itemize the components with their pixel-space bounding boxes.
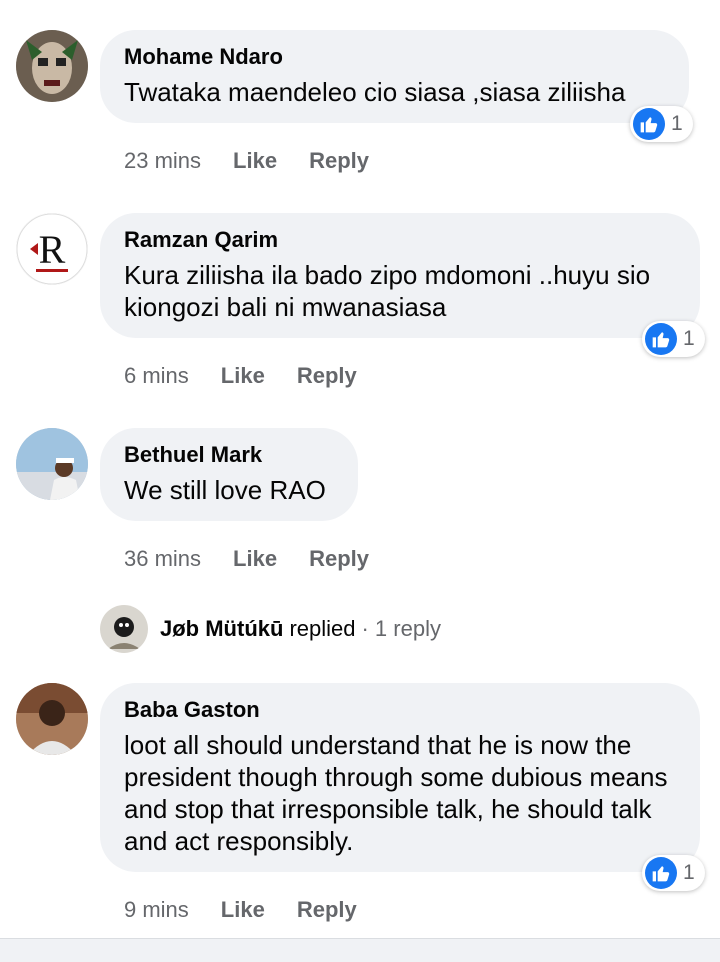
- reaction-count: 1: [671, 112, 683, 135]
- comment-meta: 9 mins Like Reply: [124, 897, 389, 923]
- bottom-divider: [0, 938, 720, 962]
- comment-text: loot all should understand that he is no…: [124, 730, 668, 856]
- avatar-image: [16, 428, 88, 500]
- comment-text: Twataka maendeleo cio siasa ,siasa zilii…: [124, 77, 626, 107]
- comment-time[interactable]: 23 mins: [124, 148, 201, 174]
- reply-button[interactable]: Reply: [309, 546, 369, 572]
- thumbs-up-icon: [633, 108, 665, 140]
- reply-button[interactable]: Reply: [297, 363, 357, 389]
- comment-text: We still love RAO: [124, 475, 326, 505]
- reaction-badge[interactable]: 1: [630, 106, 693, 142]
- comment-bubble: Mohame Ndaro Twataka maendeleo cio siasa…: [100, 30, 689, 123]
- reaction-count: 1: [683, 327, 695, 350]
- comment-time[interactable]: 36 mins: [124, 546, 201, 572]
- avatar[interactable]: [16, 30, 88, 102]
- reply-count[interactable]: · 1 reply: [361, 616, 440, 642]
- comment-text: Kura ziliisha ila bado zipo mdomoni ..hu…: [124, 260, 651, 322]
- like-button[interactable]: Like: [233, 546, 277, 572]
- svg-text:R: R: [39, 227, 66, 272]
- reaction-count: 1: [683, 861, 695, 884]
- reaction-badge[interactable]: 1: [642, 855, 705, 891]
- avatar-image: [16, 683, 88, 755]
- avatar[interactable]: [16, 683, 88, 755]
- comment-meta: 23 mins Like Reply: [124, 148, 401, 174]
- like-button[interactable]: Like: [233, 148, 277, 174]
- comment-author[interactable]: Baba Gaston: [124, 697, 676, 723]
- avatar[interactable]: R: [16, 213, 88, 285]
- reply-button[interactable]: Reply: [297, 897, 357, 923]
- view-replies-link[interactable]: Jøb Mütúkū replied · 1 reply: [100, 604, 441, 654]
- avatar-image: [100, 605, 148, 653]
- comment-author[interactable]: Bethuel Mark: [124, 442, 334, 468]
- comment-bubble: Baba Gaston loot all should understand t…: [100, 683, 700, 872]
- comment-author[interactable]: Ramzan Qarim: [124, 227, 676, 253]
- avatar-image: [16, 30, 88, 102]
- thumbs-up-icon: [645, 323, 677, 355]
- comment-bubble: Bethuel Mark We still love RAO: [100, 428, 358, 521]
- comment-bubble: Ramzan Qarim Kura ziliisha ila bado zipo…: [100, 213, 700, 338]
- reply-verb: replied: [289, 616, 356, 641]
- avatar: [100, 605, 148, 653]
- reply-button[interactable]: Reply: [309, 148, 369, 174]
- comment-meta: 36 mins Like Reply: [124, 546, 401, 572]
- reaction-badge[interactable]: 1: [642, 321, 705, 357]
- avatar[interactable]: [16, 428, 88, 500]
- comment-time[interactable]: 6 mins: [124, 363, 189, 389]
- comment-author[interactable]: Mohame Ndaro: [124, 44, 665, 70]
- avatar-image: R: [16, 213, 88, 285]
- comment-meta: 6 mins Like Reply: [124, 363, 389, 389]
- like-button[interactable]: Like: [221, 897, 265, 923]
- thumbs-up-icon: [645, 857, 677, 889]
- reply-author[interactable]: Jøb Mütúkū: [160, 616, 283, 642]
- comment-time[interactable]: 9 mins: [124, 897, 189, 923]
- like-button[interactable]: Like: [221, 363, 265, 389]
